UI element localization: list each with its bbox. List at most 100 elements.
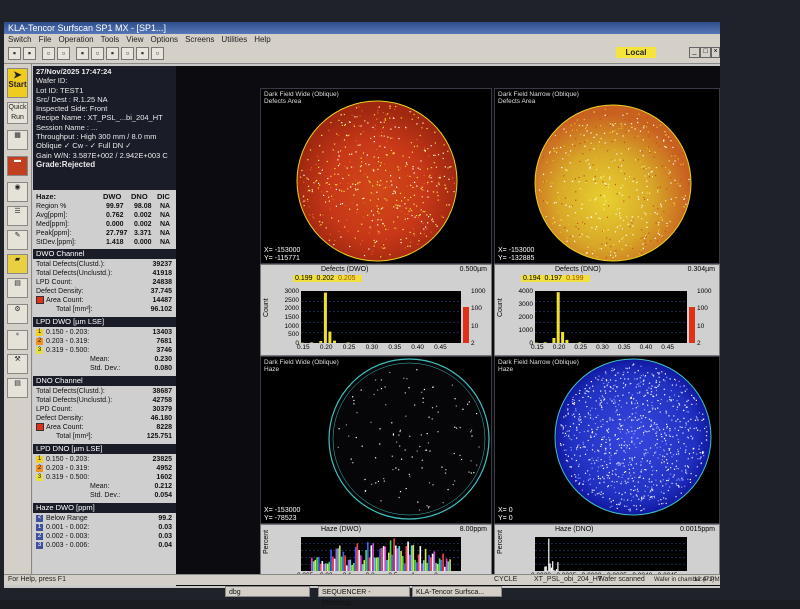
- taskbar-item-dbg[interactable]: dbg: [225, 586, 310, 597]
- histogram-bar: [404, 563, 406, 571]
- histogram-bar: [441, 560, 443, 571]
- quick-run-button[interactable]: Quick Run: [7, 102, 28, 124]
- folder-button[interactable]: ▰: [7, 254, 28, 274]
- defect-speck: [374, 242, 375, 243]
- defect-speck: [416, 369, 417, 370]
- menu-item-2[interactable]: Operation: [58, 34, 93, 45]
- defect-speck: [382, 207, 383, 208]
- defect-speck: [444, 144, 445, 145]
- defect-speck: [582, 206, 583, 207]
- defect-speck: [604, 461, 605, 462]
- toolbar-button-9[interactable]: ▪: [136, 47, 149, 60]
- toolbar-button-10[interactable]: ▫: [151, 47, 164, 60]
- defect-speck: [699, 412, 700, 413]
- restore-icon[interactable]: □: [700, 47, 711, 58]
- chart-button[interactable]: ▤: [7, 278, 28, 298]
- wafer-map-button[interactable]: ▦: [7, 130, 28, 150]
- defect-speck: [622, 477, 623, 478]
- defect-speck: [633, 468, 634, 469]
- tools-button[interactable]: ⚒: [7, 354, 28, 374]
- defect-speck: [634, 378, 635, 379]
- menu-item-7[interactable]: Utilities: [221, 34, 247, 45]
- defect-speck: [671, 199, 672, 200]
- defect-speck: [646, 390, 647, 391]
- toolbar-button-3[interactable]: ▫: [42, 47, 55, 60]
- edit-button[interactable]: ✎: [7, 230, 28, 250]
- defect-speck: [701, 463, 702, 464]
- defect-speck: [329, 240, 330, 241]
- menu-item-3[interactable]: Tools: [101, 34, 120, 45]
- defect-speck: [672, 154, 673, 155]
- defect-speck: [401, 211, 402, 212]
- defect-speck: [382, 184, 383, 185]
- defect-speck: [579, 235, 580, 236]
- defect-speck: [566, 449, 567, 450]
- defect-speck: [392, 456, 393, 457]
- defect-speck: [587, 252, 588, 253]
- recipe-button[interactable]: ◉: [7, 182, 28, 202]
- defect-speck: [623, 383, 624, 384]
- title-bar[interactable]: KLA-Tencor Surfscan SP1 MX - [SP1...]: [4, 22, 720, 34]
- defect-speck: [597, 460, 598, 461]
- defect-speck: [685, 465, 686, 466]
- toolbar-button-2[interactable]: ▪: [23, 47, 36, 60]
- haze-dwo-coord-y: Y= -78523: [264, 515, 297, 522]
- defect-speck: [568, 199, 569, 200]
- grade: Grade:Rejected: [36, 160, 173, 169]
- defect-speck: [420, 160, 421, 161]
- minimize-icon[interactable]: _: [689, 47, 700, 58]
- dwo-defect-map[interactable]: Dark Field Wide (Oblique) Defects Area X…: [260, 88, 492, 264]
- menu-item-4[interactable]: View: [126, 34, 143, 45]
- toolbar-button-4[interactable]: ▫: [57, 47, 70, 60]
- report-button[interactable]: ▤: [7, 378, 28, 398]
- defect-speck: [658, 427, 659, 428]
- defect-speck: [385, 386, 386, 387]
- dno-defect-histogram[interactable]: Defects (DNO) 0.304µm 0.1940.1970.199 40…: [494, 264, 720, 356]
- defect-speck: [593, 490, 594, 491]
- toolbar-button-5[interactable]: ▪: [76, 47, 89, 60]
- start-button[interactable]: ➤ Start: [7, 68, 28, 98]
- defect-speck: [651, 481, 652, 482]
- close-icon[interactable]: ×: [711, 47, 720, 58]
- menu-item-8[interactable]: Help: [254, 34, 270, 45]
- defect-speck: [701, 443, 702, 444]
- defect-speck: [367, 215, 368, 216]
- dno-defect-map[interactable]: Dark Field Narrow (Oblique) Defects Area…: [494, 88, 720, 264]
- haze-dno-map[interactable]: Dark Field Narrow (Oblique) Haze X= 0: [494, 356, 720, 524]
- taskbar-item-klatencor[interactable]: KLA-Tencor Surfsca...: [412, 586, 502, 597]
- haze-bin-value: 0.04: [158, 541, 172, 550]
- settings-button[interactable]: ⚙: [7, 304, 28, 324]
- defect-speck: [676, 385, 677, 386]
- defect-speck: [659, 146, 660, 147]
- defect-speck: [376, 241, 377, 242]
- toolbar-button-8[interactable]: ▫: [121, 47, 134, 60]
- defect-speck: [654, 429, 655, 430]
- defect-speck: [355, 151, 356, 152]
- toolbar-button-7[interactable]: ▪: [106, 47, 119, 60]
- defect-speck: [578, 418, 579, 419]
- toolbar-button-6[interactable]: ▫: [91, 47, 104, 60]
- disabled-button[interactable]: ●: [7, 330, 28, 350]
- defect-speck: [399, 497, 400, 498]
- defect-speck: [357, 209, 358, 210]
- menu-item-5[interactable]: Options: [150, 34, 178, 45]
- defect-speck: [374, 245, 375, 246]
- haze-dwo-map[interactable]: Dark Field Wide (Oblique) Haze X= -15300…: [260, 356, 492, 524]
- dwo-defect-histogram[interactable]: Defects (DWO) 0.500µm 0.1990.2020.205 30…: [260, 264, 492, 356]
- toolbar-button-1[interactable]: ▪: [8, 47, 21, 60]
- menu-item-6[interactable]: Screens: [185, 34, 214, 45]
- taskbar-item-sequencer[interactable]: SEQUENCER - [Processi...: [318, 586, 410, 597]
- defect-speck: [608, 437, 609, 438]
- defect-speck: [643, 498, 644, 499]
- defect-speck: [615, 453, 616, 454]
- defect-speck: [444, 176, 445, 177]
- menu-item-1[interactable]: File: [39, 34, 52, 45]
- haze-dno-coord-y: Y= 0: [498, 515, 513, 522]
- defect-speck: [670, 378, 671, 379]
- review-button[interactable]: ▬: [7, 156, 28, 176]
- defect-speck: [613, 125, 614, 126]
- menu-item-0[interactable]: Switch: [8, 34, 32, 45]
- defect-speck: [668, 173, 669, 174]
- setup-button[interactable]: ☰: [7, 206, 28, 226]
- status-bar: For Help, press F1 CYCLE XT_PSL_obi_204_…: [4, 574, 720, 585]
